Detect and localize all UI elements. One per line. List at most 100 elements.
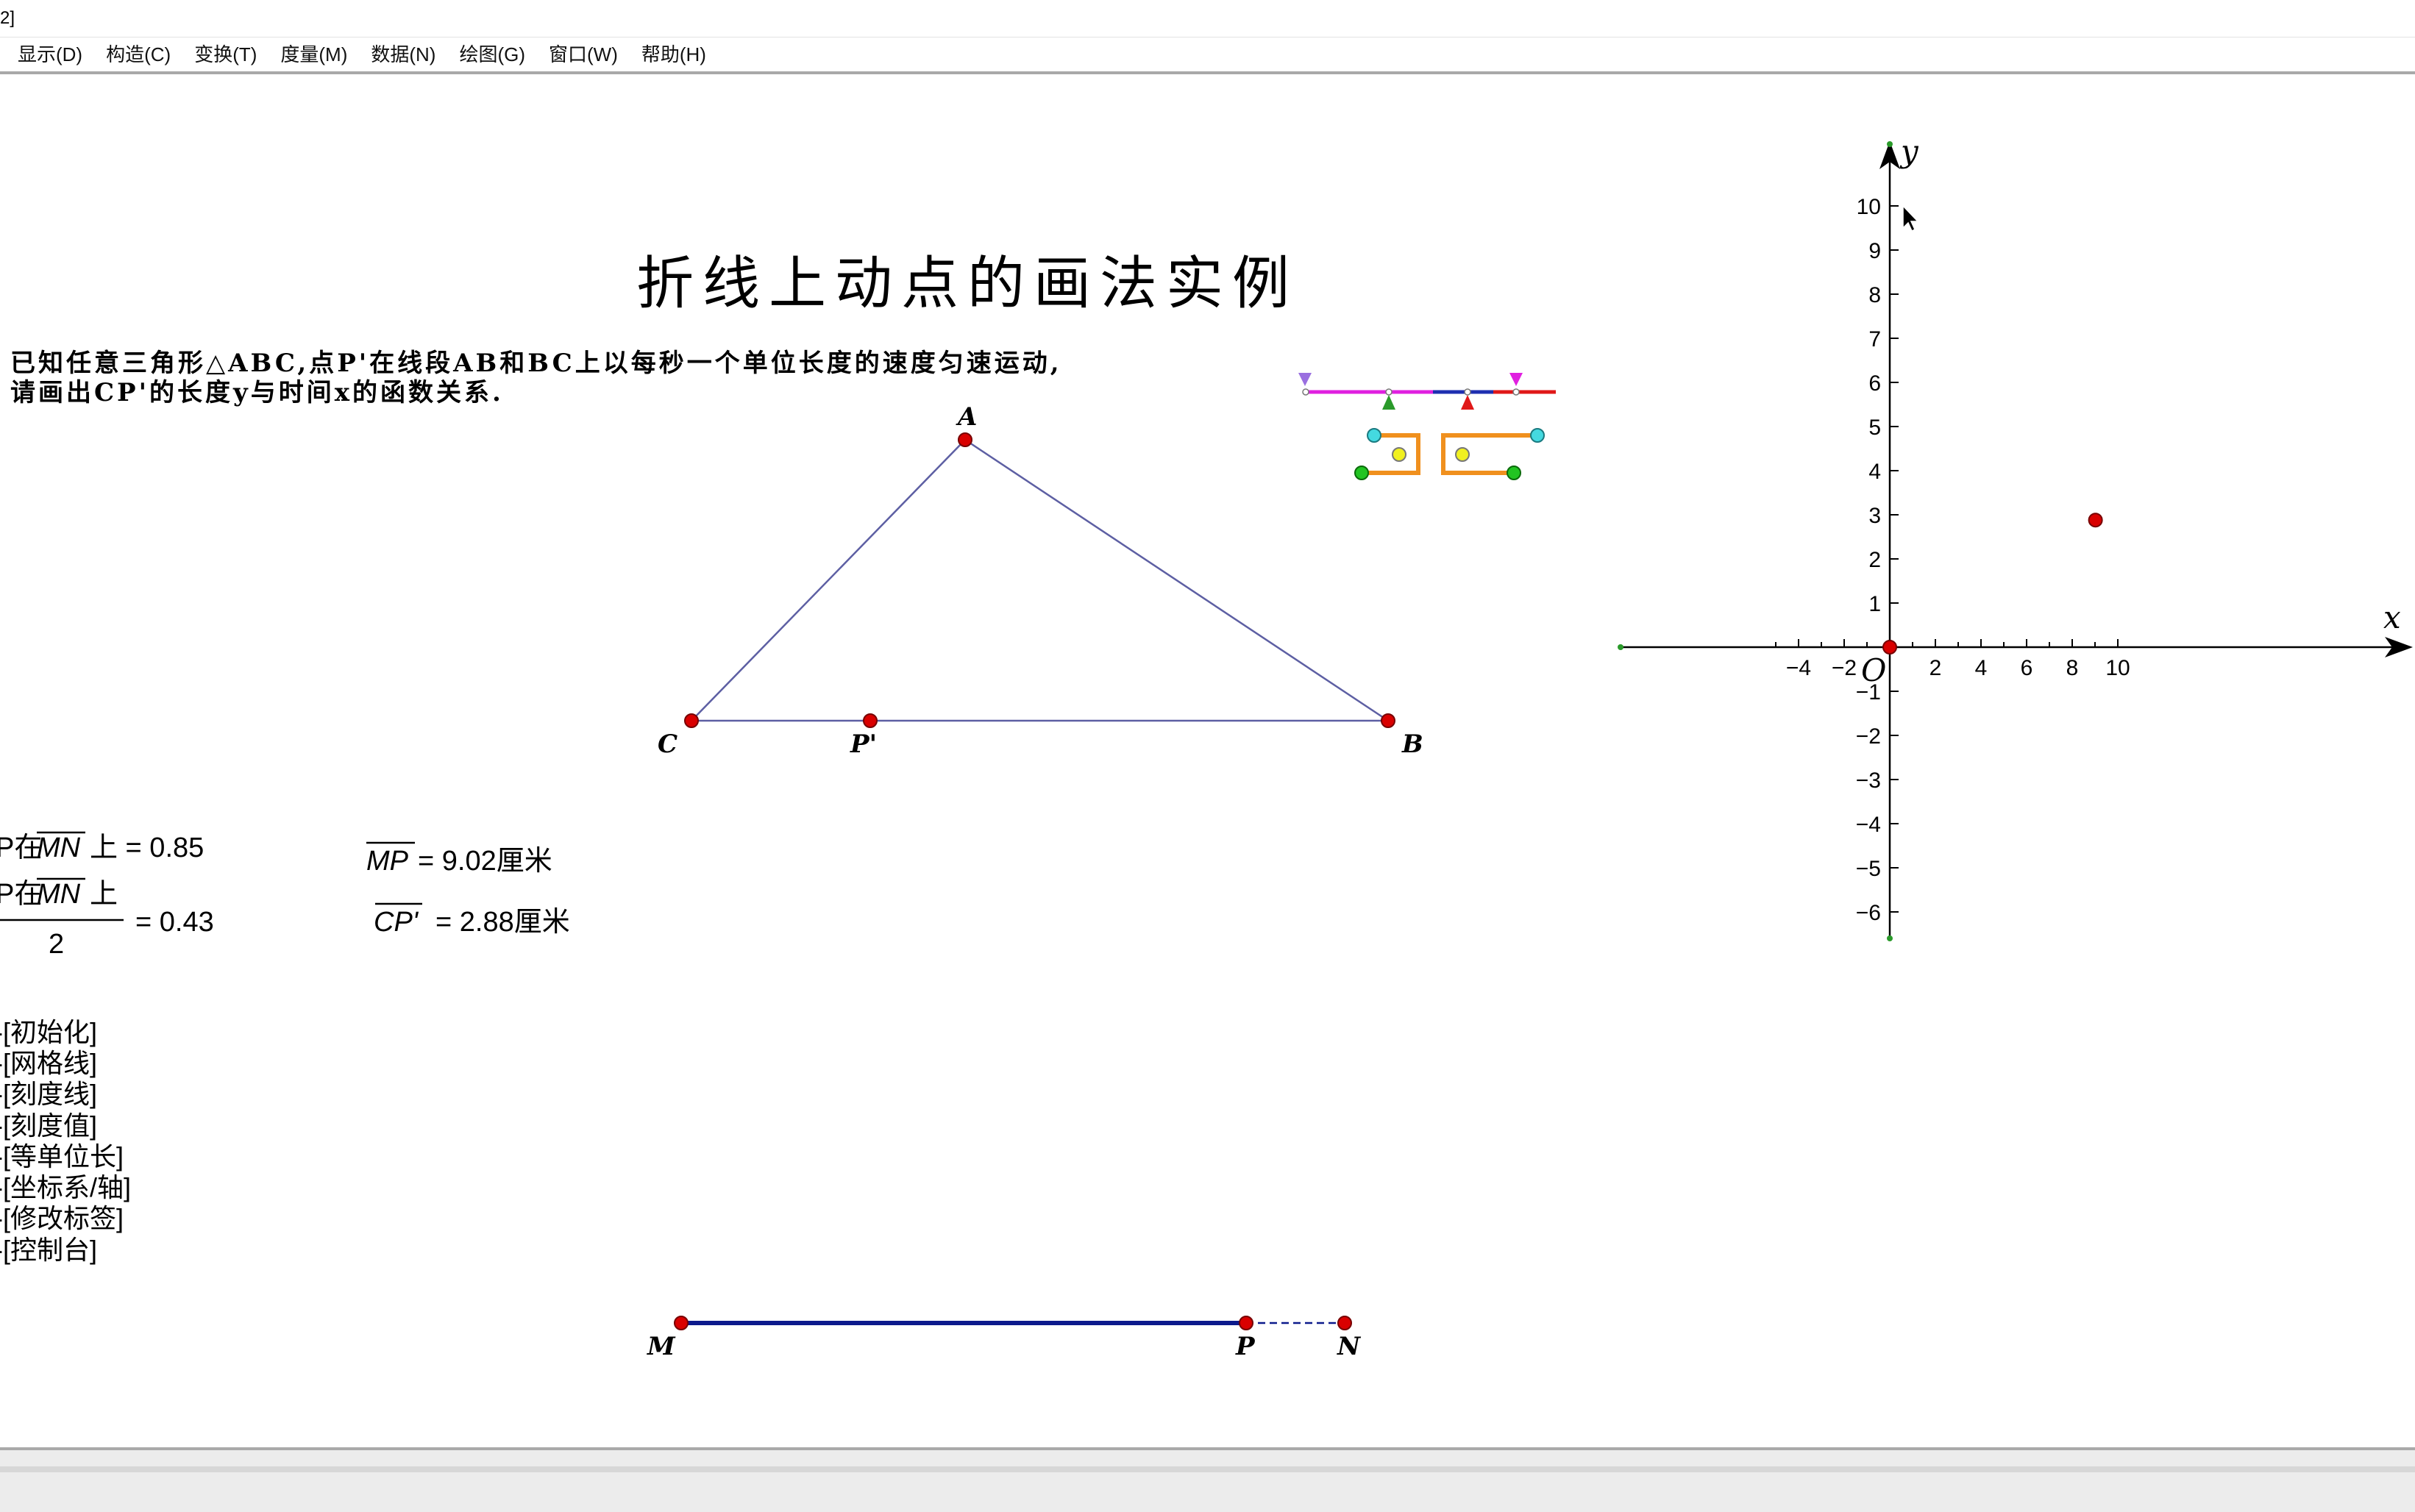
mouse-cursor-icon — [1902, 204, 1919, 232]
button-console[interactable]: -[控制台] — [0, 1235, 97, 1265]
y-tick-label: −2 — [1856, 724, 1881, 749]
measure2-denominator: 2 — [49, 929, 64, 960]
point-p-prime[interactable] — [863, 713, 878, 728]
horizontal-scrollbar[interactable] — [0, 1466, 2415, 1472]
y-tick-label: 5 — [1868, 416, 1881, 440]
control-point-yellow[interactable] — [1392, 447, 1406, 462]
measurement-p-ratio-half[interactable]: P在 MN 上 2 = 0.43 — [0, 877, 214, 960]
control-point-cyan[interactable] — [1367, 428, 1381, 443]
measure-cp-value: = 2.88厘米 — [435, 907, 570, 938]
sketch-canvas[interactable]: 折线上动点的画法实例 已知任意三角形△ABC,点P'在线段AB和BC上以每秒一个… — [0, 74, 2415, 1449]
x-tick-label: −4 — [1786, 656, 1811, 680]
x-axis-ticks: −4 −2 2 4 6 8 10 — [1775, 639, 2130, 680]
origin-label: O — [1861, 652, 1886, 688]
segment-mn[interactable]: M P N — [647, 1316, 1362, 1361]
track-point — [1385, 388, 1393, 396]
coordinate-system[interactable]: −4 −2 2 4 6 8 10 10987654321−1−2−3−4−5−6 x y O — [1618, 133, 2413, 941]
y-tick-label: −4 — [1856, 813, 1881, 837]
x-tick-label: −2 — [1832, 656, 1857, 680]
label-n: N — [1337, 1332, 1362, 1361]
menu-help[interactable]: 帮助(H) — [630, 38, 718, 71]
problem-text-line2: 请画出CP'的长度y与时间x的函数关系. — [10, 378, 504, 407]
plotted-point-x-y[interactable] — [2088, 513, 2103, 528]
label-p: P — [1235, 1332, 1256, 1361]
green-slider-handle-icon[interactable] — [1382, 395, 1395, 410]
red-slider-handle-icon[interactable] — [1461, 395, 1474, 410]
label-a: A — [956, 402, 977, 432]
point-b[interactable] — [1381, 713, 1395, 728]
button-equal-unit[interactable]: -[等单位长] — [0, 1141, 124, 1172]
button-grid-lines[interactable]: -[网格线] — [0, 1048, 97, 1078]
animation-control-widget[interactable] — [1298, 373, 1556, 480]
menu-display[interactable]: 显示(D) — [0, 38, 94, 71]
y-axis-ticks: 10987654321−1−2−3−4−5−6 — [1856, 195, 1899, 925]
end-marker-icon[interactable] — [1509, 373, 1523, 386]
label-b: B — [1401, 730, 1423, 759]
y-axis-end-point[interactable] — [1887, 935, 1893, 941]
action-buttons: -[初始化] -[网格线] -[刻度线] -[刻度值] -[等单位长] -[坐标… — [0, 1017, 131, 1265]
point-a[interactable] — [958, 432, 972, 447]
point-m[interactable] — [674, 1316, 689, 1330]
side-ac[interactable] — [691, 439, 966, 721]
measure1-segment: MN — [37, 832, 81, 863]
y-tick-label: 7 — [1868, 327, 1881, 352]
measure1-prefix: P在 — [0, 832, 42, 863]
measure-cp-segment: CP' — [374, 907, 419, 938]
triangle-abc[interactable]: A C B P' — [658, 402, 1423, 759]
button-tick-values[interactable]: -[刻度值] — [0, 1110, 97, 1141]
measurement-cp[interactable]: CP' = 2.88厘米 — [374, 902, 570, 938]
x-tick-label: 4 — [1975, 656, 1988, 680]
y-tick-label: −5 — [1856, 857, 1881, 881]
y-tick-label: 10 — [1857, 195, 1881, 219]
y-tick-label: 9 — [1868, 239, 1881, 263]
menu-data[interactable]: 数据(N) — [359, 38, 447, 71]
problem-text-line1: 已知任意三角形△ABC,点P'在线段AB和BC上以每秒一个单位长度的速度匀速运动… — [10, 349, 1062, 378]
status-bar — [0, 1447, 2415, 1512]
menu-construct[interactable]: 构造(C) — [94, 38, 182, 71]
control-point-yellow[interactable] — [1455, 447, 1470, 462]
x-tick-label: 8 — [2066, 656, 2079, 680]
track-point — [1512, 388, 1520, 396]
menu-bar: 显示(D) 构造(C) 变换(T) 度量(M) 数据(N) 绘图(G) 窗口(W… — [0, 37, 2415, 74]
y-tick-label: 2 — [1868, 548, 1881, 572]
y-axis-end-point[interactable] — [1887, 141, 1893, 147]
window-titlebar: 2] — [0, 0, 2415, 37]
menu-transform[interactable]: 变换(T) — [182, 38, 268, 71]
x-tick-label: 2 — [1929, 656, 1942, 680]
measurement-mp[interactable]: MP = 9.02厘米 — [366, 841, 552, 877]
track-point — [1464, 388, 1471, 396]
button-edit-labels[interactable]: -[修改标签] — [0, 1203, 124, 1233]
button-tick-marks[interactable]: -[刻度线] — [0, 1079, 97, 1109]
point-c[interactable] — [684, 713, 699, 728]
button-coordinate-axes[interactable]: -[坐标系/轴] — [0, 1172, 131, 1202]
point-n[interactable] — [1337, 1316, 1352, 1330]
menu-measure[interactable]: 度量(M) — [268, 38, 359, 71]
y-tick-label: 6 — [1868, 371, 1881, 396]
label-c: C — [658, 730, 677, 759]
measure2-segment: MN — [37, 879, 81, 910]
menu-graph[interactable]: 绘图(G) — [447, 38, 537, 71]
document-title: 折线上动点的画法实例 — [636, 251, 1298, 317]
start-marker-icon[interactable] — [1298, 373, 1312, 386]
x-axis-end-point[interactable] — [1618, 644, 1623, 650]
measure-mp-segment: MP — [366, 846, 409, 877]
measurement-p-ratio[interactable]: P在 MN 上 = 0.85 — [0, 831, 204, 863]
measure2-prefix: P在 — [0, 879, 42, 910]
menu-window[interactable]: 窗口(W) — [537, 38, 630, 71]
y-tick-label: 4 — [1868, 460, 1881, 484]
point-p[interactable] — [1239, 1316, 1253, 1330]
side-ab[interactable] — [964, 438, 1389, 722]
control-point-green[interactable] — [1354, 466, 1369, 480]
x-tick-label: 10 — [2105, 656, 2130, 680]
control-point-cyan[interactable] — [1530, 428, 1545, 443]
y-axis-label: y — [1899, 133, 1919, 169]
label-m: M — [647, 1332, 676, 1361]
origin-point[interactable] — [1882, 640, 1897, 655]
label-p-prime: P' — [850, 730, 877, 759]
button-initialize[interactable]: -[初始化] — [0, 1017, 97, 1047]
measure2-value: = 0.43 — [135, 907, 214, 938]
x-axis-label: x — [2383, 599, 2401, 635]
y-tick-label: −3 — [1856, 769, 1881, 793]
y-tick-label: 8 — [1868, 283, 1881, 307]
control-point-green[interactable] — [1507, 466, 1521, 480]
